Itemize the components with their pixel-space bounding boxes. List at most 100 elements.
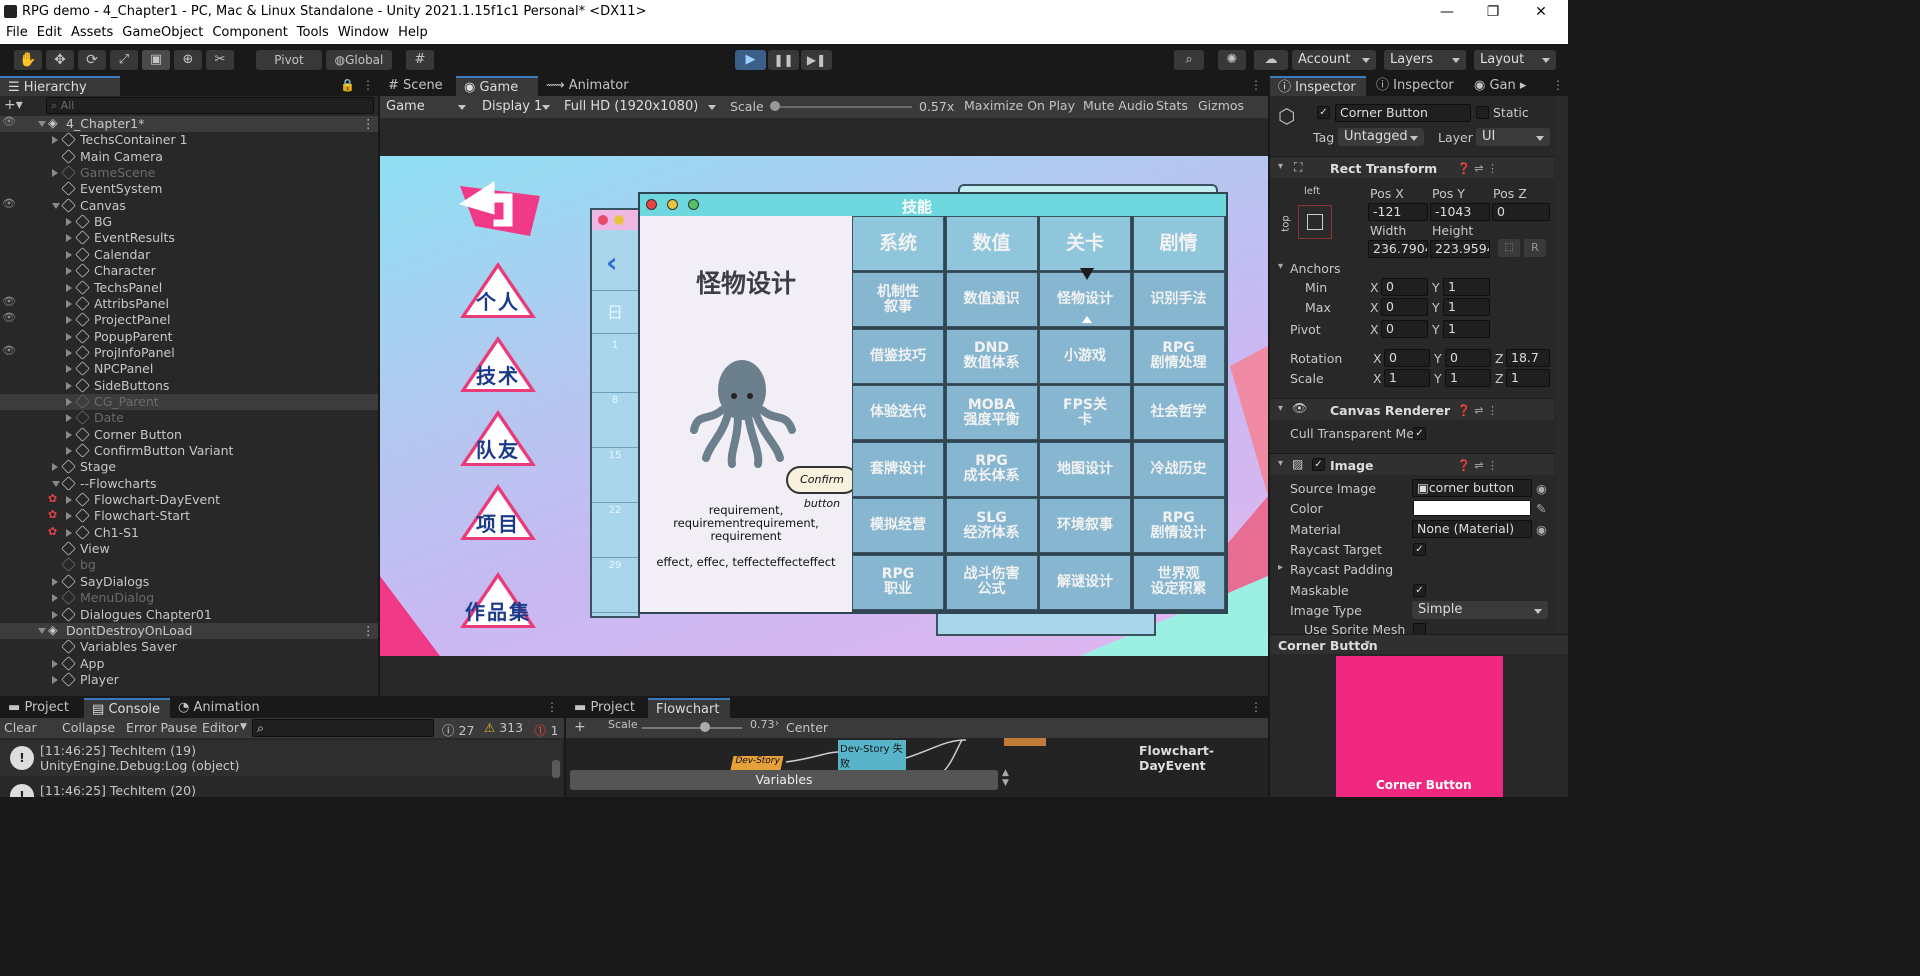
center-button[interactable]: Center (786, 720, 828, 735)
hierarchy-item[interactable]: GameScene (0, 165, 378, 181)
collapse-arrow-icon[interactable] (52, 594, 58, 603)
collapse-arrow-icon[interactable] (66, 447, 72, 455)
mute-audio-toggle[interactable]: Mute Audio (1083, 98, 1154, 113)
hierarchy-item[interactable]: BG (0, 214, 378, 230)
collapse-arrow-icon[interactable] (66, 218, 72, 227)
skill-cell[interactable]: RPG 剧情处理 (1132, 328, 1225, 384)
custom-tool-icon[interactable]: ✂ (206, 50, 234, 70)
skill-category-header[interactable]: 数值 (945, 216, 1038, 271)
collapse-arrow-icon[interactable] (66, 365, 72, 374)
preview-header[interactable]: Corner Button ▾ (1270, 634, 1568, 654)
skill-cell[interactable]: DND 数值体系 (945, 328, 1038, 384)
hierarchy-item[interactable]: Corner Button (0, 427, 378, 443)
collapse-arrow-icon[interactable] (66, 414, 72, 423)
calendar-date[interactable]: 29 (592, 558, 638, 613)
close-dot-icon[interactable] (646, 199, 657, 210)
collapse-arrow-icon[interactable] (66, 430, 72, 439)
error-count-toggle[interactable]: ⓵ 1 (534, 720, 558, 739)
skill-cell[interactable]: 借鉴技巧 (852, 328, 944, 384)
collapse-toggle[interactable]: Collapse (62, 720, 115, 735)
lock-icon[interactable]: 🔒 (340, 78, 355, 92)
hierarchy-item[interactable]: 👁 AttribsPanel (0, 295, 378, 312)
skill-category-header[interactable]: 剧情 (1132, 216, 1225, 271)
info-count-toggle[interactable]: ⓘ 27 (442, 720, 474, 739)
tab-inspector-2[interactable]: ⓘ Inspector (1368, 76, 1464, 96)
hierarchy-item[interactable]: ✿ Flowchart-DayEvent (0, 492, 378, 508)
display-dropdown[interactable]: Display 1 (476, 97, 556, 117)
pos-x-field[interactable]: -121 (1368, 203, 1428, 221)
collapse-arrow-icon[interactable] (52, 659, 58, 668)
hierarchy-item[interactable]: bg (0, 557, 378, 573)
rect-tool-icon[interactable]: ▣ (142, 50, 170, 70)
collapse-arrow-icon[interactable] (66, 381, 72, 390)
object-picker-icon[interactable]: ◉ (1536, 481, 1547, 496)
rotation-x-field[interactable]: 0 (1384, 349, 1430, 367)
move-tool-icon[interactable]: ✥ (46, 50, 74, 70)
tab-inspector-1[interactable]: ⓘ Inspector (1270, 76, 1366, 96)
min-x-field[interactable]: 0 (1381, 278, 1428, 296)
collapse-arrow-icon[interactable] (66, 332, 72, 341)
play-button[interactable]: ▶ (735, 50, 766, 70)
tab-project-2[interactable]: ▬ Project (566, 698, 648, 718)
raw-edit-button[interactable]: R (1524, 239, 1546, 257)
tag-dropdown[interactable]: Untagged (1338, 128, 1424, 146)
collapse-arrow-icon[interactable] (66, 250, 72, 259)
collapse-arrow-icon[interactable]: ▾ (1278, 161, 1283, 172)
material-field[interactable]: None (Material) (1412, 520, 1532, 538)
menu-file[interactable]: File (0, 24, 31, 40)
object-picker-icon[interactable]: ◉ (1536, 522, 1547, 537)
cull-transparent-checkbox[interactable]: ✓ (1413, 427, 1426, 440)
scale-tool-icon[interactable]: ⤢ (110, 50, 138, 70)
scale-slider-handle[interactable] (770, 101, 780, 111)
collapse-arrow-icon[interactable] (66, 267, 72, 276)
visibility-icon[interactable]: 👁 (2, 344, 16, 357)
rotation-z-field[interactable]: 18.7 (1506, 349, 1550, 367)
skill-cell[interactable]: 模拟经营 (852, 498, 944, 553)
help-icon[interactable]: ❓ ⇌ ⋮ (1457, 162, 1498, 175)
skill-cell[interactable]: 战斗伤害 公式 (945, 554, 1038, 610)
layer-dropdown[interactable]: UI (1476, 128, 1550, 146)
hierarchy-item[interactable]: ✿ Flowchart-Start (0, 508, 378, 524)
min-y-field[interactable]: 1 (1443, 278, 1490, 296)
skill-cell[interactable]: 地图设计 (1039, 441, 1131, 497)
collapse-arrow-icon[interactable] (52, 136, 58, 145)
calendar-date[interactable]: 15 (592, 448, 638, 503)
hierarchy-item[interactable]: PopupParent (0, 329, 378, 345)
skill-cell[interactable]: 小游戏 (1039, 328, 1131, 384)
side-nav-button[interactable]: 技术 (458, 336, 538, 396)
collapse-arrow-icon[interactable] (66, 496, 72, 505)
skill-cell[interactable]: 冷战历史 (1132, 441, 1225, 497)
anchors-arrow-icon[interactable]: ▾ (1278, 261, 1283, 272)
hierarchy-item[interactable]: Stage (0, 459, 378, 475)
visibility-icon[interactable]: 👁 (2, 311, 16, 324)
menu-assets[interactable]: Assets (65, 24, 116, 40)
scale-y-field[interactable]: 1 (1445, 369, 1491, 387)
hierarchy-item[interactable]: NPCPanel (0, 361, 378, 377)
hierarchy-item[interactable]: View (0, 541, 378, 557)
more-icon[interactable]: ⋮ (1250, 700, 1262, 714)
close-button[interactable]: ✕ (1518, 1, 1564, 23)
hierarchy-item[interactable]: Dialogues Chapter01 (0, 607, 378, 623)
eyedropper-icon[interactable]: ✎ (1536, 501, 1546, 516)
help-icon[interactable]: ❓ ⇌ ⋮ (1457, 404, 1498, 417)
more-icon[interactable]: ⋮ (1552, 78, 1564, 92)
side-nav-button[interactable]: 队友 (458, 410, 538, 470)
canvas-renderer-header[interactable]: ▾ 👁 Canvas Renderer ❓ ⇌ ⋮ (1270, 398, 1554, 420)
hierarchy-item[interactable]: 👁 ProjectPanel (0, 311, 378, 328)
image-enabled-checkbox[interactable]: ✓ (1312, 458, 1325, 471)
pivot-y-field[interactable]: 1 (1443, 320, 1490, 338)
console-search-input[interactable]: ⌕ (252, 719, 434, 737)
tab-hierarchy[interactable]: ☰ Hierarchy (0, 76, 120, 96)
console-scrollbar[interactable] (552, 760, 560, 778)
more-icon[interactable]: ⋮ (362, 116, 375, 131)
collapse-arrow-icon[interactable] (66, 234, 72, 243)
pause-button[interactable]: ❚❚ (768, 50, 799, 70)
collapse-arrow-icon[interactable] (52, 675, 58, 684)
flow-node-dev-story-fail[interactable]: Dev-Story 失败 (838, 740, 906, 770)
skill-cell[interactable]: 环境叙事 (1039, 498, 1131, 553)
layout-dropdown[interactable]: Layout (1474, 50, 1556, 70)
hierarchy-item[interactable]: Variables Saver (0, 639, 378, 655)
collapse-arrow-icon[interactable] (66, 299, 72, 308)
scene-row[interactable]: 👁 ◈ ⋮ 4_Chapter1* (0, 115, 378, 132)
hierarchy-item[interactable]: Player (0, 672, 378, 688)
